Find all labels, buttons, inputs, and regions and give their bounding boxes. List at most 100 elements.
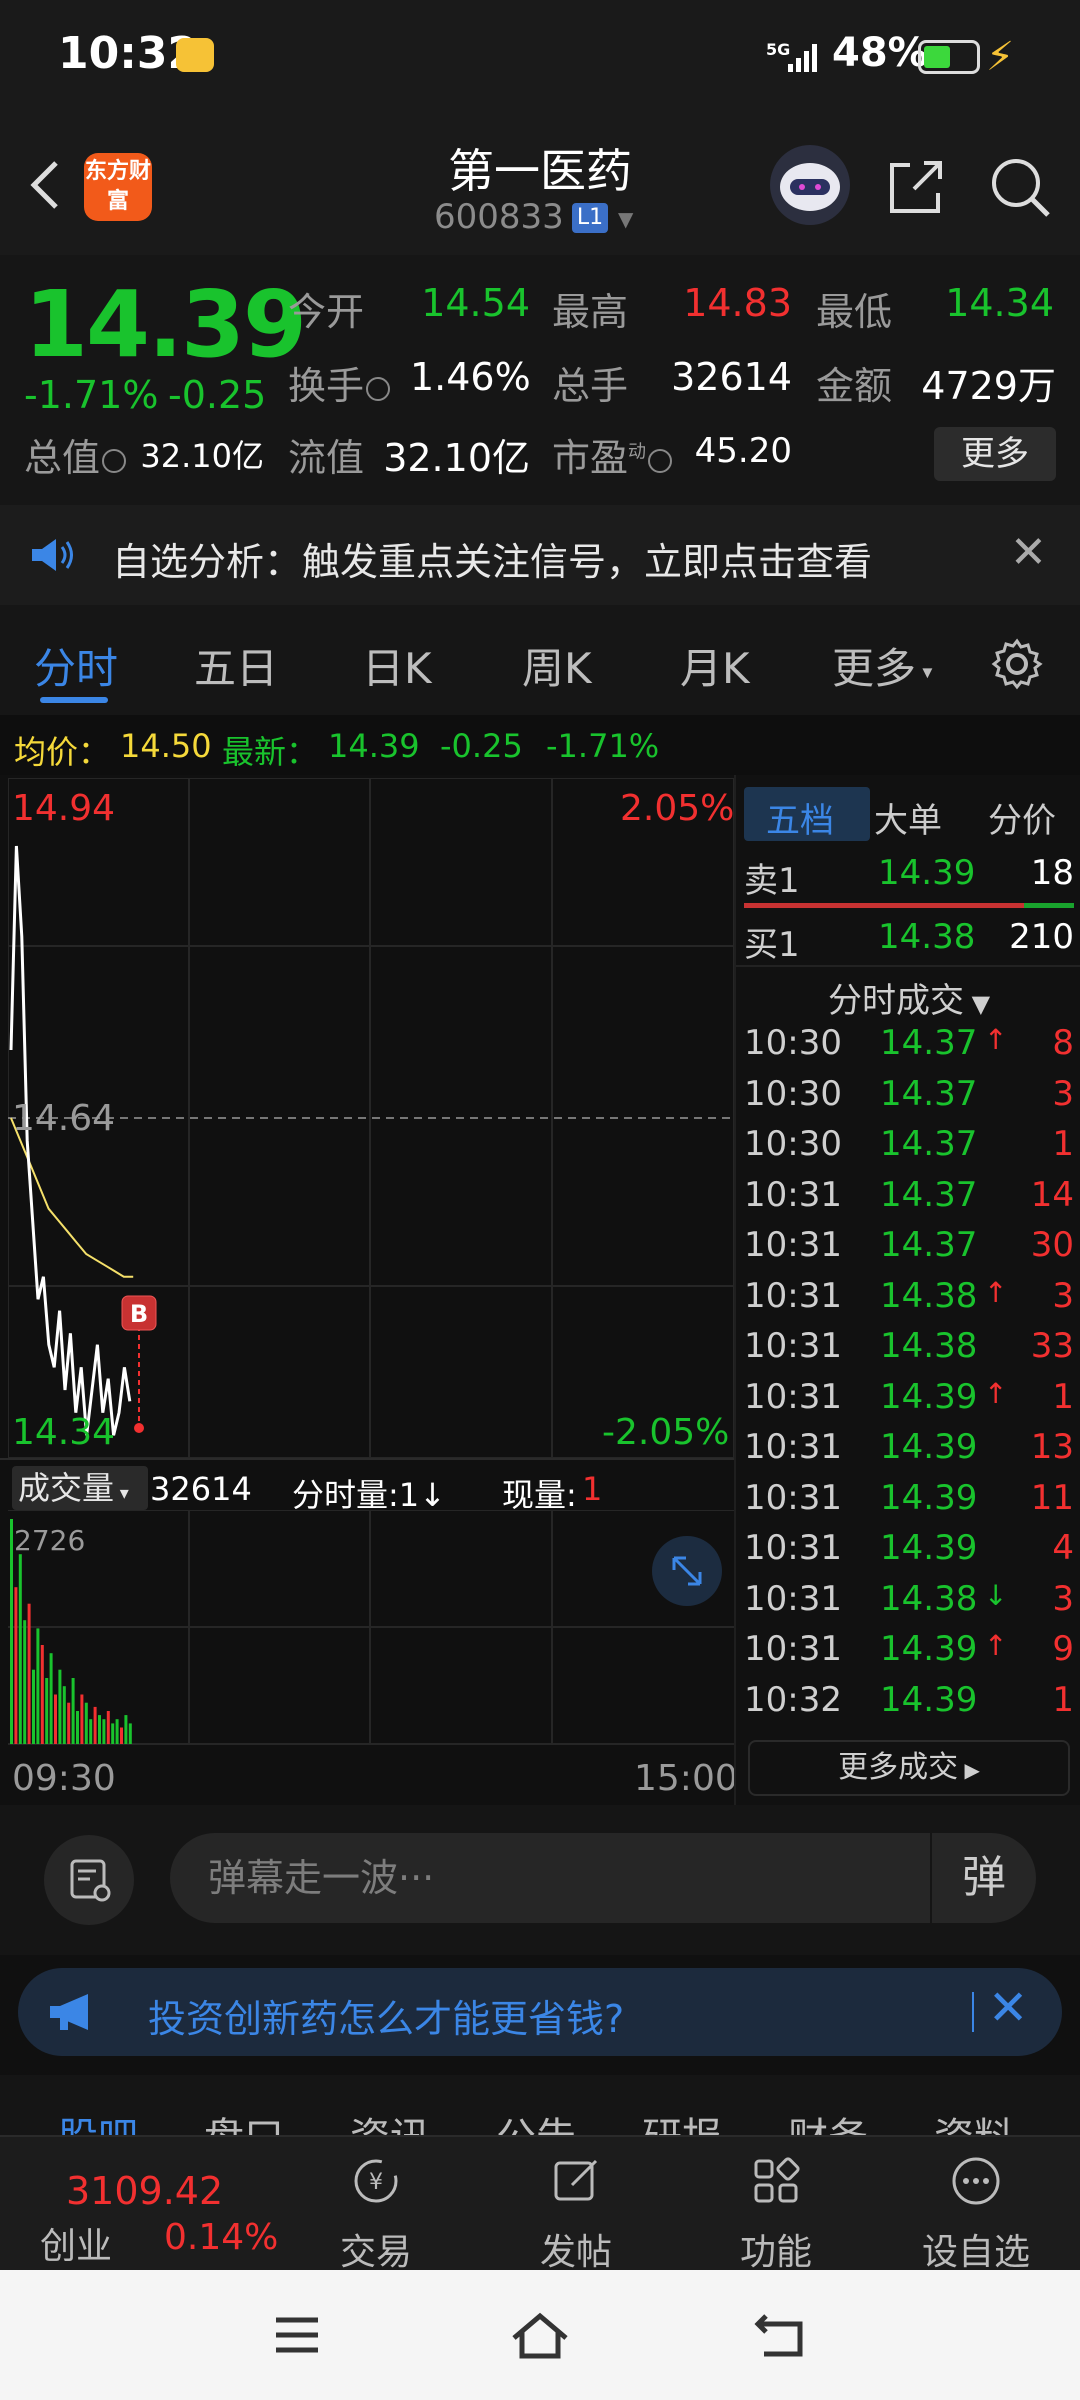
more-button[interactable]: 更多 xyxy=(934,427,1056,481)
back-nav-icon[interactable] xyxy=(752,2310,808,2360)
change-percent: -1.71% xyxy=(24,373,159,417)
open-label: 今开 xyxy=(288,290,365,334)
divider xyxy=(736,965,1080,967)
charging-icon: ⚡ xyxy=(986,34,1015,80)
index-percent[interactable]: 0.14% xyxy=(164,2217,278,2258)
volume-bar xyxy=(98,1715,101,1744)
sell-bar-green xyxy=(1024,903,1074,908)
comment-bar: 弹幕走一波··· 弹 xyxy=(0,1805,1080,1955)
menu-icon[interactable] xyxy=(272,2314,322,2356)
tab-financials[interactable]: 财务 xyxy=(788,2105,868,2135)
search-icon[interactable] xyxy=(988,155,1052,219)
tab-price-dist[interactable]: 分价 xyxy=(988,793,1056,842)
gear-icon[interactable] xyxy=(990,637,1044,691)
tab-orderbook[interactable]: 盘口 xyxy=(204,2105,284,2135)
tab-big-orders[interactable]: 大单 xyxy=(874,793,942,842)
tab-five-levels[interactable]: 五档 xyxy=(766,793,834,842)
tick-row: 10:31 14.39 ↑ 9 xyxy=(744,1629,1074,1679)
active-tab-indicator xyxy=(40,697,108,703)
buy1-row[interactable]: 买1 14.38 210 xyxy=(744,917,1074,967)
expand-icon[interactable] xyxy=(652,1536,722,1606)
info-icon[interactable] xyxy=(366,376,391,401)
tab-five-day[interactable]: 五日 xyxy=(194,635,278,696)
tick-volume: 9 xyxy=(1052,1629,1074,1669)
tab-weekly-k[interactable]: 周K xyxy=(522,635,592,696)
tick-volume: 3 xyxy=(1052,1073,1074,1114)
sell-bar xyxy=(744,903,1024,908)
nav-trade[interactable]: ¥ 交易 xyxy=(316,2151,436,2275)
tab-more[interactable]: 更多 ▾ xyxy=(832,635,932,696)
ticks-title[interactable]: 分时成交 ▼ xyxy=(736,973,1080,1022)
nav-functions[interactable]: 功能 xyxy=(716,2151,836,2275)
tick-direction: ↑ xyxy=(984,1275,1008,1309)
tick-direction: ↑ xyxy=(984,1629,1008,1662)
more-ticks-button[interactable]: 更多成交 ▶ xyxy=(748,1740,1070,1796)
turnover-value: 1.46% xyxy=(410,355,531,399)
tick-volume: 11 xyxy=(1030,1477,1074,1518)
tab-news[interactable]: 资讯 xyxy=(350,2105,430,2135)
tick-row: 10:31 14.37 30 xyxy=(744,1225,1074,1275)
dropdown-icon[interactable]: ▼ xyxy=(618,207,633,231)
volume-chart[interactable] xyxy=(8,1510,734,1745)
tab-announcements[interactable]: 公告 xyxy=(496,2105,576,2135)
nav-add-watchlist[interactable]: 设自选 xyxy=(916,2151,1036,2275)
comment-settings-icon[interactable] xyxy=(44,1835,134,1925)
danmu-toggle-button[interactable]: 弹 xyxy=(930,1833,1036,1923)
level-badge[interactable]: L1 xyxy=(572,203,608,233)
intraday-price-chart[interactable]: B xyxy=(8,778,734,1458)
tick-row: 10:31 14.39 ↑ 1 xyxy=(744,1377,1074,1427)
nav-functions-label: 功能 xyxy=(739,2232,812,2273)
tick-volume: 3 xyxy=(1052,1275,1074,1316)
tick-direction: ↑ xyxy=(984,1023,1008,1056)
close-icon[interactable]: ✕ xyxy=(988,1980,1028,2036)
danmu-input[interactable]: 弹幕走一波··· xyxy=(170,1833,1036,1923)
svg-text:¥: ¥ xyxy=(369,2170,383,2195)
tab-daily-k[interactable]: 日K xyxy=(362,635,432,696)
tick-time: 10:31 xyxy=(744,1225,842,1265)
alert-banner[interactable]: 自选分析：触发重点关注信号，立即点击查看 ✕ xyxy=(0,505,1080,605)
average-info-bar: 均价： 14.50 最新： 14.39 -0.25 -1.71% xyxy=(0,715,1080,775)
tick-price: 14.39 xyxy=(880,1629,978,1669)
volume-total: 32614 xyxy=(150,1470,252,1508)
volume-bar xyxy=(111,1723,115,1744)
volume-selector[interactable]: 成交量 ▾ xyxy=(12,1466,148,1510)
index-name[interactable]: 创业 xyxy=(40,2217,112,2269)
volume-header: 成交量 ▾ 32614 分时量:1↓ 现量: 1 xyxy=(0,1460,734,1514)
last-price: 14.39 xyxy=(24,271,307,378)
change-value: -0.25 xyxy=(168,373,267,417)
stock-code[interactable]: 600833 xyxy=(434,197,564,237)
chart-bottom-pct: -2.05% xyxy=(602,1412,730,1453)
nav-post-label: 发帖 xyxy=(539,2232,612,2273)
tab-monthly-k[interactable]: 月K xyxy=(680,635,750,696)
promo-banner[interactable]: 投资创新药怎么才能更省钱? ✕ xyxy=(18,1968,1062,2056)
sell1-row[interactable]: 卖1 14.39 18 xyxy=(744,853,1074,903)
tab-profile[interactable]: 资料 xyxy=(934,2105,1014,2135)
index-value[interactable]: 3109.42 xyxy=(66,2169,223,2213)
home-icon[interactable] xyxy=(508,2310,572,2360)
volume-bar xyxy=(14,1587,18,1744)
stock-name: 第一医药 xyxy=(448,144,632,198)
tab-reports[interactable]: 研报 xyxy=(642,2105,722,2135)
volume-max-label: 2726 xyxy=(14,1524,86,1557)
promo-text[interactable]: 投资创新药怎么才能更省钱? xyxy=(148,1988,624,2043)
info-icon[interactable] xyxy=(648,448,673,473)
back-arrow-icon[interactable] xyxy=(20,155,70,215)
tick-time: 10:31 xyxy=(744,1174,842,1215)
tab-intraday[interactable]: 分时 xyxy=(34,635,118,696)
tick-time: 10:31 xyxy=(744,1629,842,1669)
app-logo[interactable]: 东方财富 xyxy=(84,153,152,221)
share-icon[interactable] xyxy=(884,155,948,219)
time-axis: 09:30 15:00 xyxy=(0,1750,738,1802)
latest-value: 14.39 xyxy=(328,727,420,765)
signal-icon xyxy=(788,44,817,72)
tab-forum[interactable]: 股吧 xyxy=(58,2105,138,2135)
nav-post[interactable]: 发帖 xyxy=(516,2151,636,2275)
close-icon[interactable]: ✕ xyxy=(1010,527,1047,578)
ai-robot-icon[interactable] xyxy=(770,145,850,225)
time-end: 15:00 xyxy=(634,1758,738,1799)
volume-bar xyxy=(120,1727,123,1744)
alert-text[interactable]: 自选分析：触发重点关注信号，立即点击查看 xyxy=(112,531,872,586)
amount-label: 金额 xyxy=(816,364,893,408)
volume-bar xyxy=(128,1723,132,1744)
info-icon[interactable] xyxy=(102,448,127,473)
